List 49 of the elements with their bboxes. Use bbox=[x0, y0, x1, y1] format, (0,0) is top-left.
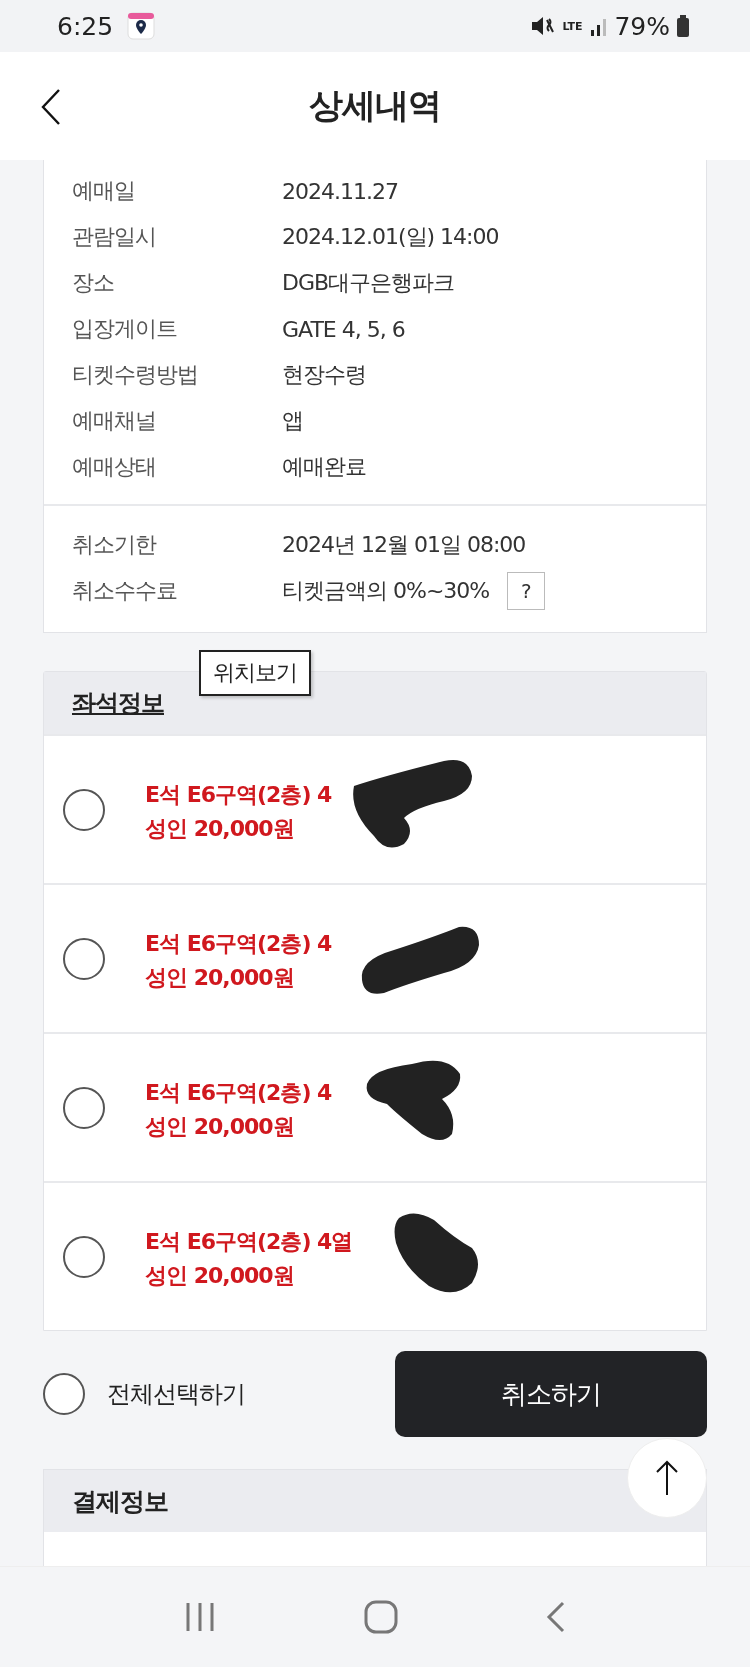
info-value: 티켓금액의 0%~30% bbox=[282, 577, 490, 605]
info-value: 앱 bbox=[282, 407, 303, 435]
info-label: 예매일 bbox=[72, 177, 136, 205]
seat-name: E석 E6구역(2층) 4 bbox=[145, 1078, 332, 1107]
seat-price: 성인 20,000원 bbox=[145, 1261, 295, 1290]
radio-button[interactable] bbox=[63, 788, 105, 831]
network-label: LTE bbox=[562, 20, 584, 32]
page-title: 상세내역 bbox=[309, 84, 441, 127]
seat-price: 성인 20,000원 bbox=[145, 963, 295, 992]
info-value: 현장수령 bbox=[282, 361, 366, 389]
radio-button[interactable] bbox=[63, 937, 105, 980]
cancel-button[interactable]: 취소하기 bbox=[395, 1351, 707, 1437]
info-label: 장소 bbox=[72, 269, 115, 297]
info-value: 2024.12.01(일) 14:00 bbox=[282, 223, 499, 251]
battery-icon bbox=[676, 15, 690, 37]
location-tooltip[interactable]: 위치보기 bbox=[199, 650, 311, 696]
status-time: 6:25 bbox=[57, 11, 114, 41]
radio-button[interactable] bbox=[63, 1235, 105, 1278]
info-label: 입장게이트 bbox=[72, 315, 178, 343]
seat-name: E석 E6구역(2층) 4 bbox=[145, 780, 332, 809]
radio-button[interactable] bbox=[63, 1086, 105, 1129]
select-all-label[interactable]: 전체선택하기 bbox=[107, 1378, 245, 1410]
radio-button[interactable] bbox=[43, 1373, 85, 1415]
recent-apps-icon[interactable] bbox=[184, 1601, 216, 1633]
info-value: GATE 4, 5, 6 bbox=[282, 316, 405, 342]
info-value: 2024년 12월 01일 08:00 bbox=[282, 531, 526, 559]
info-label: 취소기한 bbox=[72, 531, 158, 559]
info-label: 예매채널 bbox=[72, 407, 157, 435]
seat-name: E석 E6구역(2층) 4열 bbox=[145, 1227, 353, 1256]
map-pin-app-icon bbox=[127, 12, 156, 40]
signal-icon bbox=[590, 16, 609, 36]
section-title: 결제정보 bbox=[72, 1485, 168, 1518]
info-value: 예매완료 bbox=[282, 453, 366, 481]
info-value: DGB대구은행파크 bbox=[282, 269, 455, 297]
battery-percent: 79% bbox=[614, 11, 670, 41]
info-label: 티켓수령방법 bbox=[72, 361, 199, 389]
home-icon[interactable] bbox=[364, 1600, 398, 1634]
info-label: 취소수수료 bbox=[72, 577, 178, 605]
seat-price: 성인 20,000원 bbox=[145, 1112, 295, 1141]
info-label: 관람일시 bbox=[72, 223, 157, 251]
info-label: 예매상태 bbox=[72, 453, 157, 481]
help-button[interactable]: ? bbox=[507, 572, 546, 610]
mute-icon bbox=[530, 15, 557, 37]
info-value: 2024.11.27 bbox=[282, 178, 398, 204]
seat-name: E석 E6구역(2층) 4 bbox=[145, 929, 332, 958]
section-title[interactable]: 좌석정보 bbox=[72, 687, 164, 719]
seat-price: 성인 20,000원 bbox=[145, 814, 295, 843]
back-icon[interactable] bbox=[40, 88, 62, 126]
up-arrow-icon bbox=[655, 1460, 679, 1496]
